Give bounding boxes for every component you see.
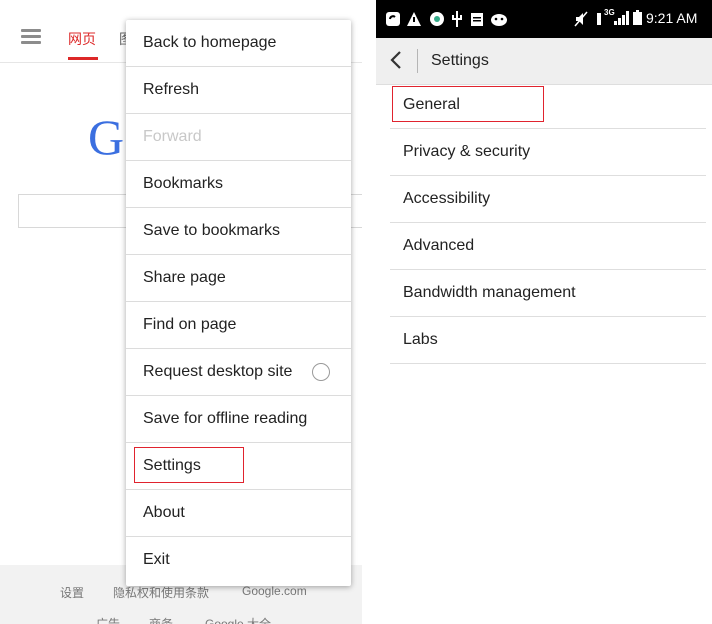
menu-item-label: Request desktop site [143,363,293,380]
overflow-menu: Back to homepage Refresh Forward Bookmar… [126,20,351,586]
menu-item-about[interactable]: About [126,490,351,537]
menu-item-save-offline[interactable]: Save for offline reading [126,396,351,443]
settings-item-label: Labs [403,331,438,348]
desktop-site-toggle[interactable] [312,363,330,381]
tab-webpage[interactable]: 网页 [68,29,96,49]
sync-icon [386,12,400,26]
back-arrow-icon[interactable] [390,50,402,70]
settings-item-label: Accessibility [403,190,491,207]
general-highlight-box [392,86,544,122]
footer-link-google[interactable]: Google.com [242,584,307,598]
warning-icon [407,12,421,26]
settings-item-privacy-security[interactable]: Privacy & security [390,129,706,176]
battery-icon [633,10,642,25]
menu-item-refresh[interactable]: Refresh [126,67,351,114]
clipboard-icon [471,13,483,26]
settings-item-label: Privacy & security [403,143,531,160]
settings-pane: 3G 9:21 AM Settings General Privacy & se… [376,0,712,624]
footer-link-privacy[interactable]: 隐私权和使用条款 [113,584,209,601]
menu-item-label: Share page [143,269,226,286]
hamburger-menu-icon[interactable] [21,29,41,44]
menu-item-label: Save for offline reading [143,410,308,427]
menu-item-label: Exit [143,551,170,568]
settings-item-accessibility[interactable]: Accessibility [390,176,706,223]
settings-item-bandwidth[interactable]: Bandwidth management [390,270,706,317]
tab-active-indicator [68,57,98,60]
vibrate-icon [597,13,601,25]
menu-item-label: Save to bookmarks [143,222,280,239]
menu-item-settings[interactable]: Settings [126,443,351,490]
clock-text: 9:21 AM [646,10,698,26]
settings-item-label: Advanced [403,237,475,254]
menu-item-label: Forward [143,128,202,145]
menu-item-label: About [143,504,185,521]
browser-pane: 网页 图 G 设置 隐私权和使用条款 Google.com 广告 商务 Goog… [0,0,362,624]
mute-icon [574,11,588,27]
menu-item-label: Bookmarks [143,175,224,192]
menu-item-exit[interactable]: Exit [126,537,351,584]
app-icon [430,12,444,26]
signal-icon [614,11,629,25]
menu-item-forward: Forward [126,114,351,161]
menu-item-label: Find on page [143,316,237,333]
settings-item-label: Bandwidth management [403,284,576,301]
footer-link-settings[interactable]: 设置 [60,584,84,601]
status-bar: 3G 9:21 AM [376,0,712,38]
footer-link-all[interactable]: Google 大全 [205,615,271,624]
settings-item-labs[interactable]: Labs [390,317,706,364]
menu-item-save-to-bookmarks[interactable]: Save to bookmarks [126,208,351,255]
android-icon [491,14,507,26]
settings-item-advanced[interactable]: Advanced [390,223,706,270]
footer-link-ads[interactable]: 广告 [96,615,120,624]
menu-item-request-desktop-site[interactable]: Request desktop site [126,349,351,396]
settings-app-bar: Settings [376,38,712,85]
page-title: Settings [431,52,489,69]
menu-item-label: Refresh [143,81,200,98]
app-bar-divider [417,49,418,73]
usb-icon [452,11,462,27]
menu-item-back-to-homepage[interactable]: Back to homepage [126,20,351,67]
clock: 9:21 AM [633,10,697,26]
settings-highlight-box [134,447,244,483]
footer-link-business[interactable]: 商务 [149,615,173,624]
menu-item-label: Back to homepage [143,34,277,51]
google-logo: G [88,109,125,165]
menu-item-find-on-page[interactable]: Find on page [126,302,351,349]
menu-item-bookmarks[interactable]: Bookmarks [126,161,351,208]
menu-item-share-page[interactable]: Share page [126,255,351,302]
